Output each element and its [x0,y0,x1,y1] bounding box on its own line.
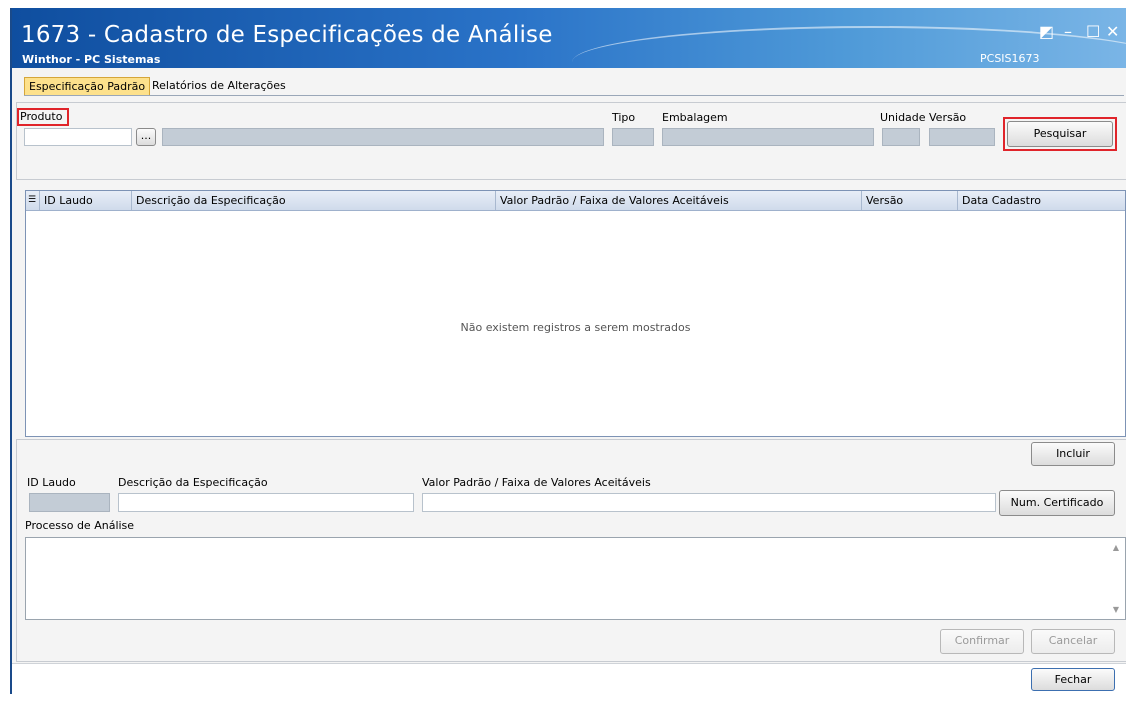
app-window: 1673 - Cadastro de Especificações de Aná… [10,8,1126,695]
close-icon[interactable]: ✕ [1106,22,1119,41]
confirmar-button[interactable]: Confirmar [940,629,1024,654]
produto-code-input[interactable] [24,128,132,146]
num-certificado-button[interactable]: Num. Certificado [999,490,1115,516]
produto-description-field [162,128,604,146]
grid-header: ☰ ID Laudo Descrição da Especificação Va… [26,191,1125,211]
incluir-button[interactable]: Incluir [1031,442,1115,466]
id-laudo-field [29,493,110,512]
tab-especificacao-padrao[interactable]: Especificação Padrão [24,77,151,95]
pesquisar-button[interactable]: Pesquisar [1007,121,1113,147]
versao-field [929,128,995,146]
title-bar: 1673 - Cadastro de Especificações de Aná… [12,8,1126,68]
versao-label: Versão [929,111,967,124]
id-laudo-label: ID Laudo [27,476,76,489]
fechar-button[interactable]: Fechar [1031,668,1115,691]
grid-empty-message: Não existem registros a serem mostrados [460,321,691,334]
col-versao[interactable]: Versão [862,191,958,210]
grid-menu-icon[interactable]: ☰ [26,191,40,210]
footer-bar: Fechar [12,663,1126,695]
unidade-field [882,128,920,146]
unidade-label: Unidade [880,111,926,124]
col-descricao[interactable]: Descrição da Especificação [132,191,496,210]
maximize-icon[interactable]: ☐ [1086,22,1100,41]
restore-icon[interactable]: ◩ [1039,22,1054,41]
tipo-label: Tipo [612,111,636,124]
app-code: PCSIS1673 [980,52,1040,65]
embalagem-label: Embalagem [662,111,728,124]
descricao-input[interactable] [118,493,414,512]
scroll-up-icon[interactable]: ▲ [1113,543,1119,552]
valor-label: Valor Padrão / Faixa de Valores Aceitáve… [422,476,651,489]
tab-relatorios-alteracoes[interactable]: Relatórios de Alterações [148,77,290,94]
cancelar-button[interactable]: Cancelar [1031,629,1115,654]
col-id-laudo[interactable]: ID Laudo [40,191,132,210]
col-valor-padrao[interactable]: Valor Padrão / Faixa de Valores Aceitáve… [496,191,862,210]
valor-input[interactable] [422,493,996,512]
minimize-icon[interactable]: – [1064,22,1072,41]
scroll-down-icon[interactable]: ▼ [1113,605,1119,614]
window-subtitle: Winthor - PC Sistemas [22,53,161,66]
results-grid: ☰ ID Laudo Descrição da Especificação Va… [25,190,1126,437]
tipo-field [612,128,654,146]
produto-label: Produto [20,110,63,123]
produto-lookup-button[interactable]: ... [136,128,156,146]
embalagem-field [662,128,874,146]
window-title: 1673 - Cadastro de Especificações de Aná… [21,22,553,48]
processo-textarea[interactable]: ▲ ▼ [25,537,1126,620]
col-data-cadastro[interactable]: Data Cadastro [958,191,1125,210]
tab-strip: Especificação Padrão Relatórios de Alter… [24,75,1124,96]
descricao-label: Descrição da Especificação [118,476,268,489]
processo-label: Processo de Análise [25,519,135,532]
